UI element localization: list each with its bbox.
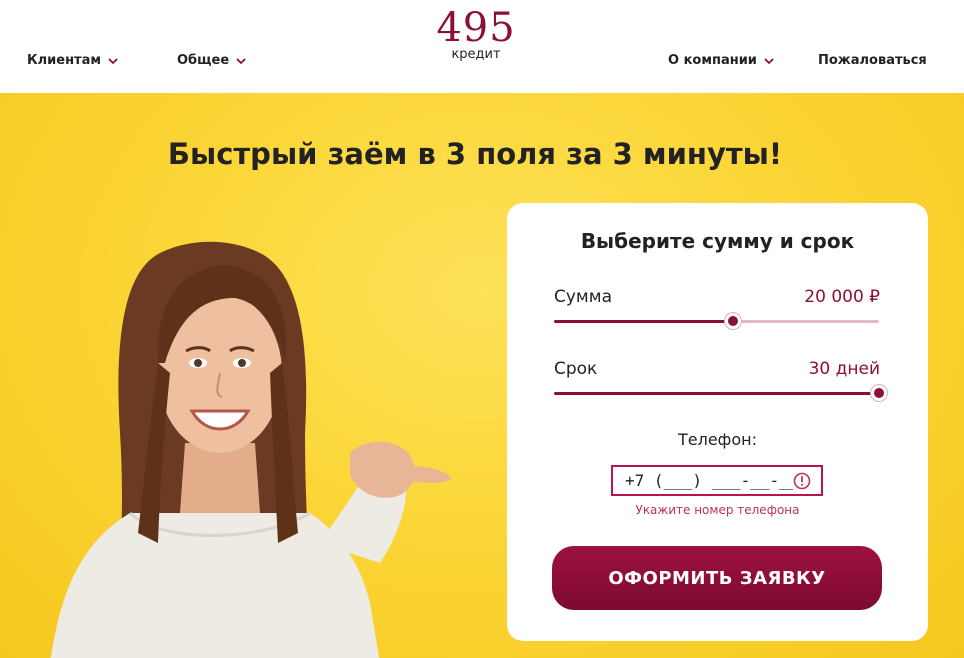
nav-complain[interactable]: Пожаловаться <box>818 53 927 68</box>
site-logo[interactable]: 495 кредит <box>436 6 516 62</box>
nav-about-label: О компании <box>668 53 757 68</box>
phone-error-message: Укажите номер телефона <box>635 503 800 517</box>
amount-slider-fill <box>554 320 733 323</box>
loan-form-card: Выберите сумму и срок Сумма 20 000 ₽ Сро… <box>507 203 928 641</box>
nav-about[interactable]: О компании <box>668 53 775 68</box>
chevron-down-icon <box>236 57 246 64</box>
chevron-down-icon <box>108 57 118 64</box>
term-value: 30 дней <box>808 359 880 379</box>
hero-title: Быстрый заём в 3 поля за 3 минуты! <box>167 137 783 171</box>
chevron-down-icon <box>764 57 774 64</box>
nav-clients-label: Клиентам <box>27 53 101 68</box>
amount-slider-thumb[interactable] <box>724 313 741 329</box>
amount-value: 20 000 ₽ <box>804 287 880 307</box>
submit-application-button[interactable]: ОФОРМИТЬ ЗАЯВКУ <box>552 546 882 610</box>
warning-circle-icon <box>793 472 811 490</box>
nav-general[interactable]: Общее <box>177 53 247 68</box>
woman-pointing-image <box>50 241 452 658</box>
logo-number: 495 <box>436 5 516 51</box>
term-label: Срок <box>554 359 598 379</box>
term-slider-thumb[interactable] <box>871 385 887 401</box>
hero-section: Быстрый заём в 3 поля за 3 минуты! Выбер… <box>0 93 964 658</box>
phone-input[interactable] <box>611 465 823 496</box>
site-header: Клиентам Общее 495 кредит О компании Пож… <box>0 0 964 93</box>
term-slider-fill <box>554 392 879 395</box>
nav-clients[interactable]: Клиентам <box>27 53 119 68</box>
form-title: Выберите сумму и срок <box>580 229 855 253</box>
amount-label: Сумма <box>554 287 612 307</box>
nav-complain-label: Пожаловаться <box>818 53 927 68</box>
phone-label: Телефон: <box>677 430 757 449</box>
nav-general-label: Общее <box>177 53 230 68</box>
